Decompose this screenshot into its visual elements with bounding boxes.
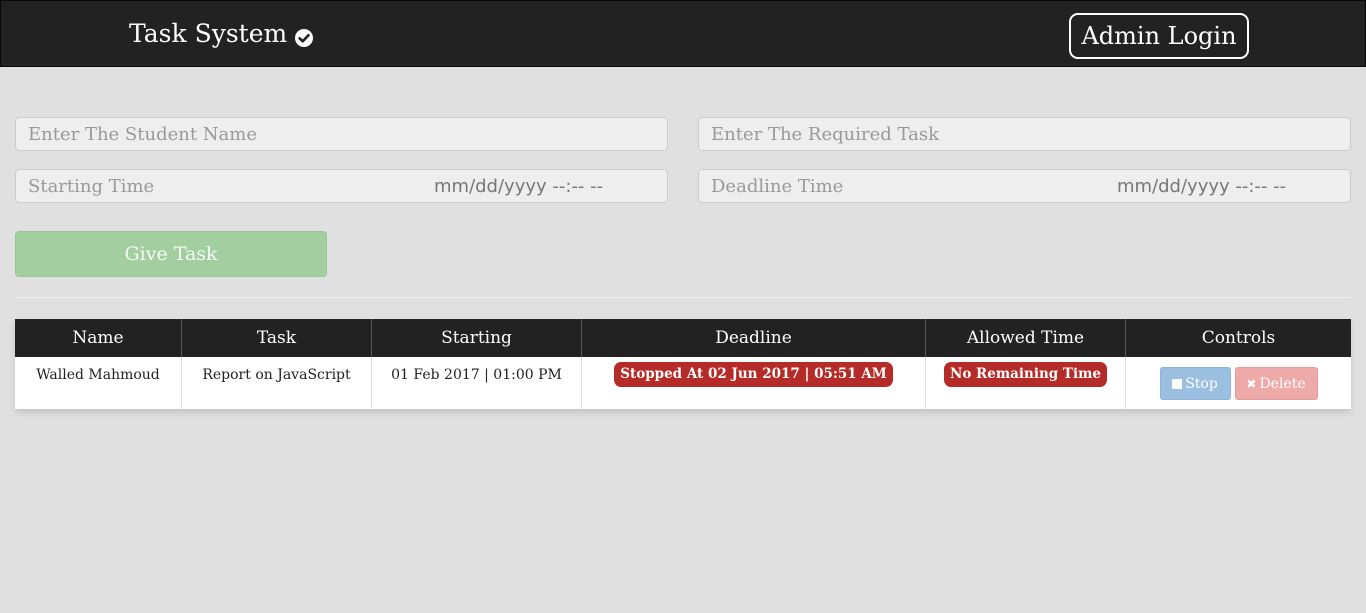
cell-deadline: Stopped At 02 Jun 2017 | 05:51 AM [581,357,926,409]
stop-button[interactable]: Stop [1159,367,1231,400]
allowed-time-badge: No Remaining Time [944,362,1107,387]
close-icon: ✖ [1246,376,1257,391]
divider [15,297,1351,298]
deadline-status-badge: Stopped At 02 Jun 2017 | 05:51 AM [614,362,893,387]
give-task-button[interactable]: Give Task [15,231,327,277]
header-allowed-time: Allowed Time [925,319,1126,357]
controls-group: Stop ✖ Delete [1126,357,1351,400]
student-name-input[interactable] [28,123,655,145]
deadline-time-field[interactable]: Deadline Time mm/dd/yyyy --:-- -- [698,169,1351,203]
starting-time-mask: mm/dd/yyyy --:-- -- [434,175,604,197]
brand[interactable]: Task System [129,18,314,50]
starting-text: 01 Feb 2017 | 01:00 PM [391,367,562,383]
student-name: Walled Mahmoud [36,367,160,383]
stop-icon [1172,378,1183,389]
header-deadline: Deadline [581,319,926,357]
table-row: Walled Mahmoud Report on JavaScript 01 F… [15,357,1351,409]
header-starting: Starting [371,319,582,357]
starting-time-field[interactable]: Starting Time mm/dd/yyyy --:-- -- [15,169,668,203]
student-name-field[interactable] [15,117,668,151]
task-text: Report on JavaScript [202,367,351,383]
required-task-field[interactable] [698,117,1351,151]
brand-title: Task System [129,19,288,48]
check-circle-icon [294,24,314,47]
deadline-time-label: Deadline Time [711,175,844,197]
tasks-table: Name Task Starting Deadline Allowed Time… [15,319,1351,409]
starting-time-label: Starting Time [28,175,155,197]
cell-controls: Stop ✖ Delete [1125,357,1351,409]
delete-button[interactable]: ✖ Delete [1234,367,1318,400]
delete-label: Delete [1259,375,1306,392]
required-task-input[interactable] [711,123,1338,145]
stop-label: Stop [1185,375,1218,392]
deadline-time-mask: mm/dd/yyyy --:-- -- [1117,175,1287,197]
cell-starting: 01 Feb 2017 | 01:00 PM [371,357,582,409]
header-controls: Controls [1125,319,1351,357]
table-header-row: Name Task Starting Deadline Allowed Time… [15,319,1351,357]
cell-allowed-time: No Remaining Time [925,357,1126,409]
cell-task: Report on JavaScript [181,357,372,409]
header-name: Name [15,319,182,357]
cell-name: Walled Mahmoud [15,357,182,409]
admin-login-button[interactable]: Admin Login [1069,13,1249,59]
header-task: Task [181,319,372,357]
navbar: Task System Admin Login [0,0,1366,67]
